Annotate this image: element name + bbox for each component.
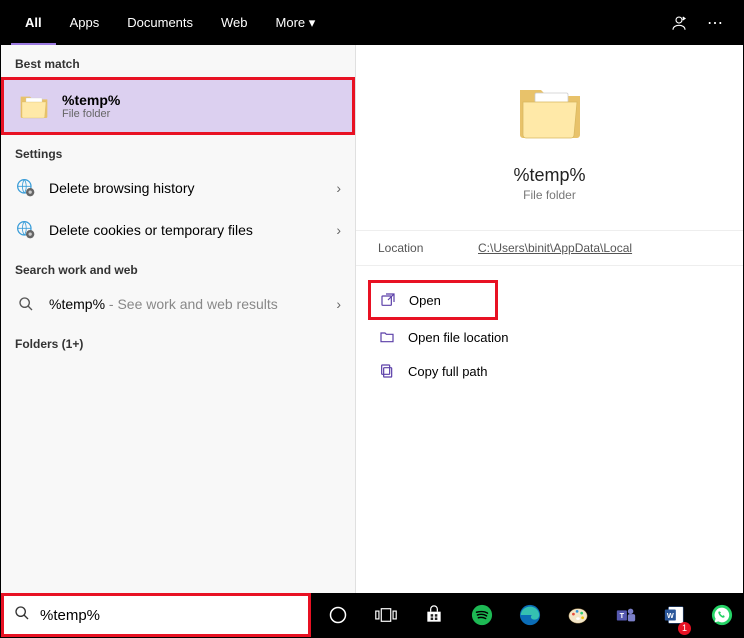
folders-heading: Folders (1+)	[1, 325, 355, 357]
best-match-heading: Best match	[1, 45, 355, 77]
location-value[interactable]: C:\Users\binit\AppData\Local	[478, 241, 632, 255]
best-match-title: %temp%	[62, 92, 120, 108]
action-copy-full-path[interactable]: Copy full path	[356, 354, 743, 388]
globe-gear-icon	[15, 219, 37, 241]
more-options-icon[interactable]: ⋯	[697, 13, 733, 33]
action-label: Open	[409, 293, 441, 308]
svg-text:W: W	[667, 611, 674, 620]
svg-text:T: T	[620, 611, 625, 620]
folder-icon	[18, 90, 50, 122]
search-web-result[interactable]: %temp% - See work and web results ›	[1, 283, 355, 325]
taskbar-spotify[interactable]	[461, 593, 503, 637]
taskbar-store[interactable]	[413, 593, 455, 637]
taskbar-paint[interactable]	[557, 593, 599, 637]
search-web-term: %temp%	[49, 296, 105, 312]
search-icon	[15, 293, 37, 315]
action-label: Open file location	[408, 330, 508, 345]
chevron-right-icon: ›	[336, 180, 341, 196]
chevron-right-icon: ›	[336, 222, 341, 238]
location-row: Location C:\Users\binit\AppData\Local	[356, 230, 743, 266]
open-icon	[379, 291, 397, 309]
preview-title: %temp%	[356, 165, 743, 186]
preview-subtitle: File folder	[356, 188, 743, 202]
best-match-result[interactable]: %temp% File folder	[1, 77, 355, 135]
taskbar-cortana[interactable]	[317, 593, 359, 637]
settings-heading: Settings	[1, 135, 355, 167]
action-open[interactable]: Open	[368, 280, 498, 320]
search-box[interactable]	[1, 593, 311, 637]
best-match-sub: File folder	[62, 108, 120, 120]
tab-documents[interactable]: Documents	[113, 1, 207, 45]
search-input[interactable]	[40, 607, 298, 624]
taskbar-word[interactable]: W 1	[653, 593, 695, 637]
feedback-icon[interactable]	[661, 14, 697, 32]
copy-icon	[378, 362, 396, 380]
tab-more[interactable]: More ▾	[262, 1, 330, 45]
setting-label: Delete browsing history	[49, 180, 195, 196]
results-panel: Best match %temp% File folder Settings D…	[1, 45, 356, 593]
search-icon	[14, 605, 32, 626]
taskbar-task-view[interactable]	[365, 593, 407, 637]
chevron-down-icon: ▾	[309, 15, 316, 30]
chevron-right-icon: ›	[336, 296, 341, 312]
location-label: Location	[378, 241, 478, 255]
search-filter-tabs: All Apps Documents Web More ▾ ⋯	[1, 1, 743, 45]
setting-delete-history[interactable]: Delete browsing history ›	[1, 167, 355, 209]
notification-badge: 1	[678, 622, 691, 635]
taskbar-teams[interactable]: T	[605, 593, 647, 637]
globe-gear-icon	[15, 177, 37, 199]
action-open-file-location[interactable]: Open file location	[356, 320, 743, 354]
action-label: Copy full path	[408, 364, 488, 379]
tab-all[interactable]: All	[11, 1, 56, 45]
taskbar-edge[interactable]	[509, 593, 551, 637]
preview-panel: %temp% File folder Location C:\Users\bin…	[356, 45, 743, 593]
search-web-append: - See work and web results	[105, 296, 278, 312]
search-work-web-heading: Search work and web	[1, 251, 355, 283]
taskbar-whatsapp[interactable]	[701, 593, 743, 637]
taskbar: T W 1	[1, 593, 743, 637]
folder-outline-icon	[378, 328, 396, 346]
tab-apps[interactable]: Apps	[56, 1, 114, 45]
folder-icon-large	[514, 75, 586, 147]
tab-web[interactable]: Web	[207, 1, 262, 45]
setting-label: Delete cookies or temporary files	[49, 222, 253, 238]
setting-delete-cookies[interactable]: Delete cookies or temporary files ›	[1, 209, 355, 251]
